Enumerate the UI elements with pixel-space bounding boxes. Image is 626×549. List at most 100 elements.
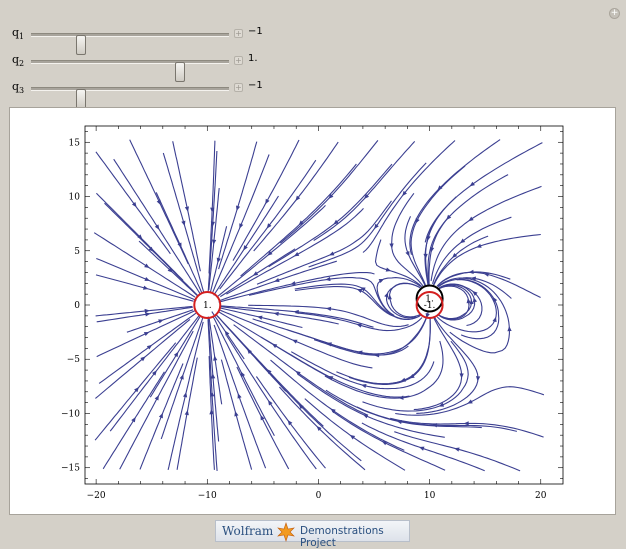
- y-tick-label: −15: [61, 464, 80, 474]
- streamline-arrowhead: [239, 223, 244, 229]
- streamline: [212, 316, 275, 437]
- control-row-q1: q1 + −1: [0, 23, 300, 55]
- streamline-arrowhead: [492, 316, 497, 323]
- streamline: [172, 141, 201, 272]
- streamline-arrowhead: [349, 434, 356, 440]
- x-tick-label: 20: [535, 491, 547, 501]
- x-tick-label: −20: [87, 491, 106, 501]
- streamline-arrowhead: [389, 243, 394, 249]
- streamline-arrowhead: [224, 330, 230, 336]
- streamline: [431, 216, 512, 284]
- streamline-arrowhead: [273, 311, 279, 316]
- slider-thumb-q3[interactable]: [75, 89, 86, 109]
- streamline: [390, 417, 544, 438]
- slider-value-q3: −1: [248, 80, 263, 91]
- slider-value-q2: 1.: [248, 53, 258, 64]
- spikey-logo-icon: [277, 522, 295, 542]
- streamline-arrowhead: [385, 267, 392, 272]
- streamline: [226, 208, 364, 295]
- streamline-arrowhead: [158, 319, 164, 324]
- control-row-q3: q3 + −1: [0, 77, 300, 109]
- streamline-arrowhead: [356, 288, 363, 293]
- slider-expand-icon[interactable]: +: [234, 83, 243, 92]
- plot-frame-box: [84, 125, 564, 485]
- streamline: [410, 165, 466, 286]
- slider-expand-icon[interactable]: +: [234, 56, 243, 65]
- streamline: [362, 340, 469, 412]
- streamline: [409, 139, 501, 255]
- streamline: [416, 315, 479, 414]
- streamline: [413, 316, 463, 411]
- plot-area: −20 −10 0 10 20 15 10 5 0 −5 −10 −15 1. 1. -1.: [9, 107, 616, 515]
- slider-q3[interactable]: [31, 87, 229, 109]
- footer-banner[interactable]: Wolfram Demonstrations Project: [215, 520, 410, 549]
- streamline: [331, 410, 446, 471]
- streamline-arrowhead: [252, 271, 259, 276]
- streamline: [211, 311, 245, 360]
- streamline-arrowhead: [507, 326, 512, 332]
- streamline-arrowhead: [469, 181, 475, 187]
- streamline-arrowhead: [418, 446, 425, 451]
- x-tick-label: 10: [424, 491, 436, 501]
- add-icon[interactable]: +: [609, 8, 620, 19]
- x-tick-label: −10: [198, 491, 217, 501]
- streamline-arrowhead: [145, 312, 151, 317]
- charge-label: -1.: [424, 301, 436, 311]
- streamline-arrowhead: [213, 355, 218, 361]
- streamline-arrowhead: [356, 323, 362, 328]
- y-tick-label: 10: [69, 193, 81, 203]
- streamline: [404, 216, 427, 288]
- streamline: [119, 330, 194, 470]
- streamline-arrowhead: [237, 393, 242, 399]
- streamline-arrowhead: [243, 245, 248, 251]
- control-label-q1: q1: [12, 26, 25, 42]
- x-tick-label: 0: [316, 491, 322, 501]
- streamline: [278, 386, 366, 471]
- streamline: [268, 163, 393, 268]
- streamline-arrowhead: [184, 409, 189, 416]
- streamline-arrowhead: [287, 420, 293, 426]
- streamline: [430, 185, 542, 282]
- streamline-arrowhead: [144, 263, 150, 268]
- streamline-arrowhead: [325, 276, 331, 282]
- y-tick-label: −5: [67, 355, 81, 365]
- streamline-arrowhead: [429, 247, 435, 253]
- streamline-arrowhead: [468, 216, 474, 222]
- streamline: [348, 316, 431, 385]
- streamline: [313, 317, 427, 356]
- streamline-arrowhead: [146, 344, 153, 350]
- streamline: [218, 141, 258, 270]
- slider-expand-icon[interactable]: +: [234, 29, 243, 38]
- y-tick-label: 15: [69, 138, 81, 148]
- demonstration-panel: + q1 + −1 q2 + 1. q3 + −1 −20 −10 0 10 20 15 1…: [0, 0, 626, 549]
- streamline-arrowhead: [158, 412, 163, 419]
- streamline-arrowhead: [475, 376, 481, 382]
- slider-value-q1: −1: [248, 26, 263, 37]
- streamline-arrowhead: [181, 220, 186, 227]
- control-label-q3: q3: [12, 80, 25, 96]
- streamline: [253, 141, 339, 252]
- streamline: [394, 431, 521, 472]
- streamline-arrowhead: [387, 294, 392, 300]
- streamline-arrowhead: [459, 373, 464, 379]
- streamline: [220, 309, 373, 369]
- streamline-arrowhead: [374, 223, 379, 230]
- streamline: [226, 335, 317, 470]
- streamline-arrowhead: [466, 297, 471, 304]
- project-name: Demonstrations Project: [300, 525, 384, 549]
- stream-plot: −20 −10 0 10 20151050−5−10−151.1.-1.: [61, 125, 564, 501]
- streamline: [362, 140, 456, 253]
- wolfram-brand: Wolfram: [222, 524, 274, 538]
- slider-q2[interactable]: [31, 60, 229, 82]
- streamline-arrowhead: [398, 395, 404, 400]
- control-label-q2: q2: [12, 53, 25, 69]
- streamline-arrowhead: [179, 374, 184, 380]
- streamline-arrowhead: [267, 400, 273, 406]
- streamline: [138, 240, 199, 297]
- y-tick-label: 5: [74, 247, 80, 257]
- streamline-arrowhead: [384, 292, 389, 298]
- slider-q1[interactable]: [31, 33, 229, 55]
- streamline-arrowhead: [476, 243, 482, 248]
- y-tick-label: 0: [74, 301, 80, 311]
- streamline-arrowhead: [236, 205, 241, 212]
